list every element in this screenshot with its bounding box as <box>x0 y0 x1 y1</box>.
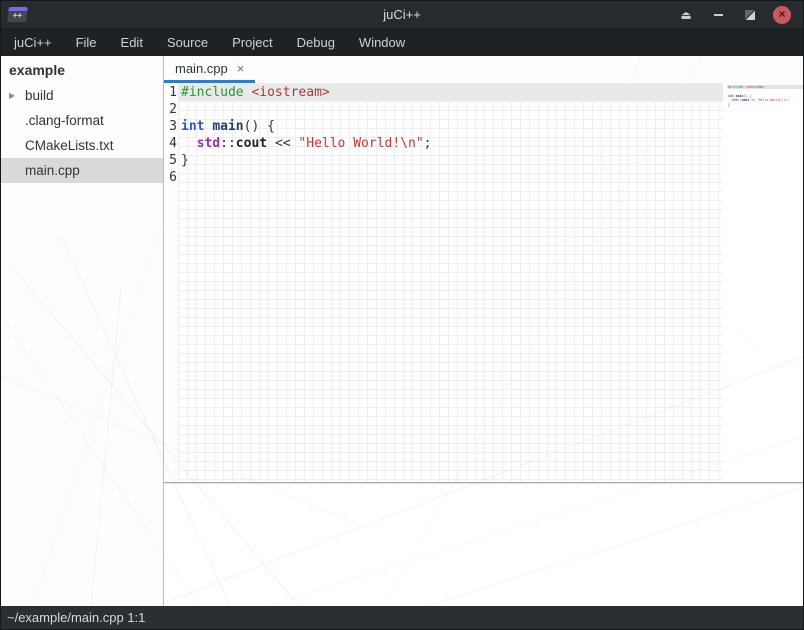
token-pun: ; <box>788 98 790 102</box>
menu-item-source[interactable]: Source <box>155 29 220 56</box>
token-pl <box>267 136 275 151</box>
line-number-gutter: 123456 <box>164 83 178 482</box>
tab-label: main.cpp <box>175 61 228 76</box>
menu-item-project[interactable]: Project <box>220 29 284 56</box>
code-line-5: } <box>178 152 723 169</box>
menu-item-juci[interactable]: juCi++ <box>2 29 64 56</box>
token-inc: <iostream> <box>251 85 329 100</box>
expander-arrow-icon[interactable]: ▶ <box>9 83 21 108</box>
juci-window: { "window": { "title": "juCi++", "contro… <box>0 0 804 630</box>
code-line-3: int main() { <box>178 118 723 135</box>
code-line-6 <box>727 107 803 111</box>
file-tree-item-label: build <box>25 88 54 103</box>
file-tree-item-main-cpp[interactable]: main.cpp <box>1 158 163 183</box>
project-root-label: example <box>1 58 163 83</box>
token-pl <box>181 136 197 151</box>
code-text[interactable]: #include <iostream> int main() { std::co… <box>178 83 723 482</box>
token-pun: << <box>275 136 291 151</box>
tab-main-cpp[interactable]: main.cpp × <box>164 56 255 83</box>
file-tree-item-label: CMakeLists.txt <box>25 138 114 153</box>
file-tree-item-label: main.cpp <box>25 163 80 178</box>
eject-icon: ⏏ <box>680 9 691 21</box>
menu-item-debug[interactable]: Debug <box>285 29 347 56</box>
menu-item-file[interactable]: File <box>64 29 109 56</box>
token-kw: int <box>181 119 204 134</box>
file-tree-item-label: .clang-format <box>25 113 104 128</box>
line-number: 4 <box>166 135 177 152</box>
token-pre: #include <box>728 85 743 89</box>
token-pun: } <box>728 103 730 107</box>
line-number: 3 <box>166 118 177 135</box>
tabbar: main.cpp × <box>164 56 803 83</box>
terminal-panel[interactable] <box>164 484 803 606</box>
statusbar: ~/example/main.cpp 1:1 <box>1 606 803 629</box>
token-fn: main <box>212 119 243 134</box>
line-number: 6 <box>166 169 177 186</box>
line-number: 2 <box>166 101 177 118</box>
tab-close-icon[interactable]: × <box>237 62 245 75</box>
minimize-icon <box>714 14 723 16</box>
code-line-6 <box>178 169 723 186</box>
maximize-icon <box>745 10 755 20</box>
token-id: cout <box>236 136 267 151</box>
menu-item-edit[interactable]: Edit <box>109 29 155 56</box>
token-pun: :: <box>220 136 236 151</box>
editor-column: main.cpp × 123456 #include <iostream> in… <box>164 56 803 606</box>
shade-button[interactable]: ⏏ <box>677 6 695 24</box>
window-controls: ⏏ × <box>677 6 803 24</box>
status-file-position: ~/example/main.cpp 1:1 <box>7 610 145 625</box>
maximize-button[interactable] <box>741 6 759 24</box>
file-tree-item-build[interactable]: ▶ build <box>1 83 163 108</box>
menu-item-window[interactable]: Window <box>347 29 417 56</box>
minimize-button[interactable] <box>709 6 727 24</box>
code-line-4: std::cout << "Hello World!\n"; <box>178 135 723 152</box>
token-pun: ; <box>424 136 432 151</box>
token-id: cout <box>741 98 749 102</box>
close-button[interactable]: × <box>773 6 791 24</box>
token-ns: std <box>197 136 220 151</box>
code-line-1: #include <iostream> <box>178 84 723 101</box>
token-pre: #include <box>181 85 244 100</box>
app-logo-icon: ++ <box>7 7 28 22</box>
token-str: "Hello World!\n" <box>757 98 788 102</box>
file-tree-item-cmakelists-txt[interactable]: CMakeLists.txt <box>1 133 163 158</box>
token-pun: () { <box>244 119 275 134</box>
line-number: 5 <box>166 152 177 169</box>
token-pun: } <box>181 153 189 168</box>
token-str: "Hello World!\n" <box>298 136 423 151</box>
file-tree: example ▶ build .clang-format CMakeLists.tx… <box>1 56 163 606</box>
code-editor[interactable]: 123456 #include <iostream> int main() { … <box>164 83 803 482</box>
sidebar-splitter[interactable] <box>163 56 164 606</box>
source-minimap[interactable]: #include <iostream> int main() { std::co… <box>723 83 803 482</box>
token-pun: () { <box>743 94 751 98</box>
file-tree-item--clang-format[interactable]: .clang-format <box>1 108 163 133</box>
main-content: example ▶ build .clang-format CMakeLists.tx… <box>1 56 803 606</box>
line-number: 1 <box>166 84 177 101</box>
menubar: juCi++FileEditSourceProjectDebugWindow <box>1 29 803 56</box>
code-line-2 <box>178 101 723 118</box>
titlebar: ++ juCi++ ⏏ × <box>1 1 803 29</box>
token-inc: <iostream> <box>745 85 764 89</box>
